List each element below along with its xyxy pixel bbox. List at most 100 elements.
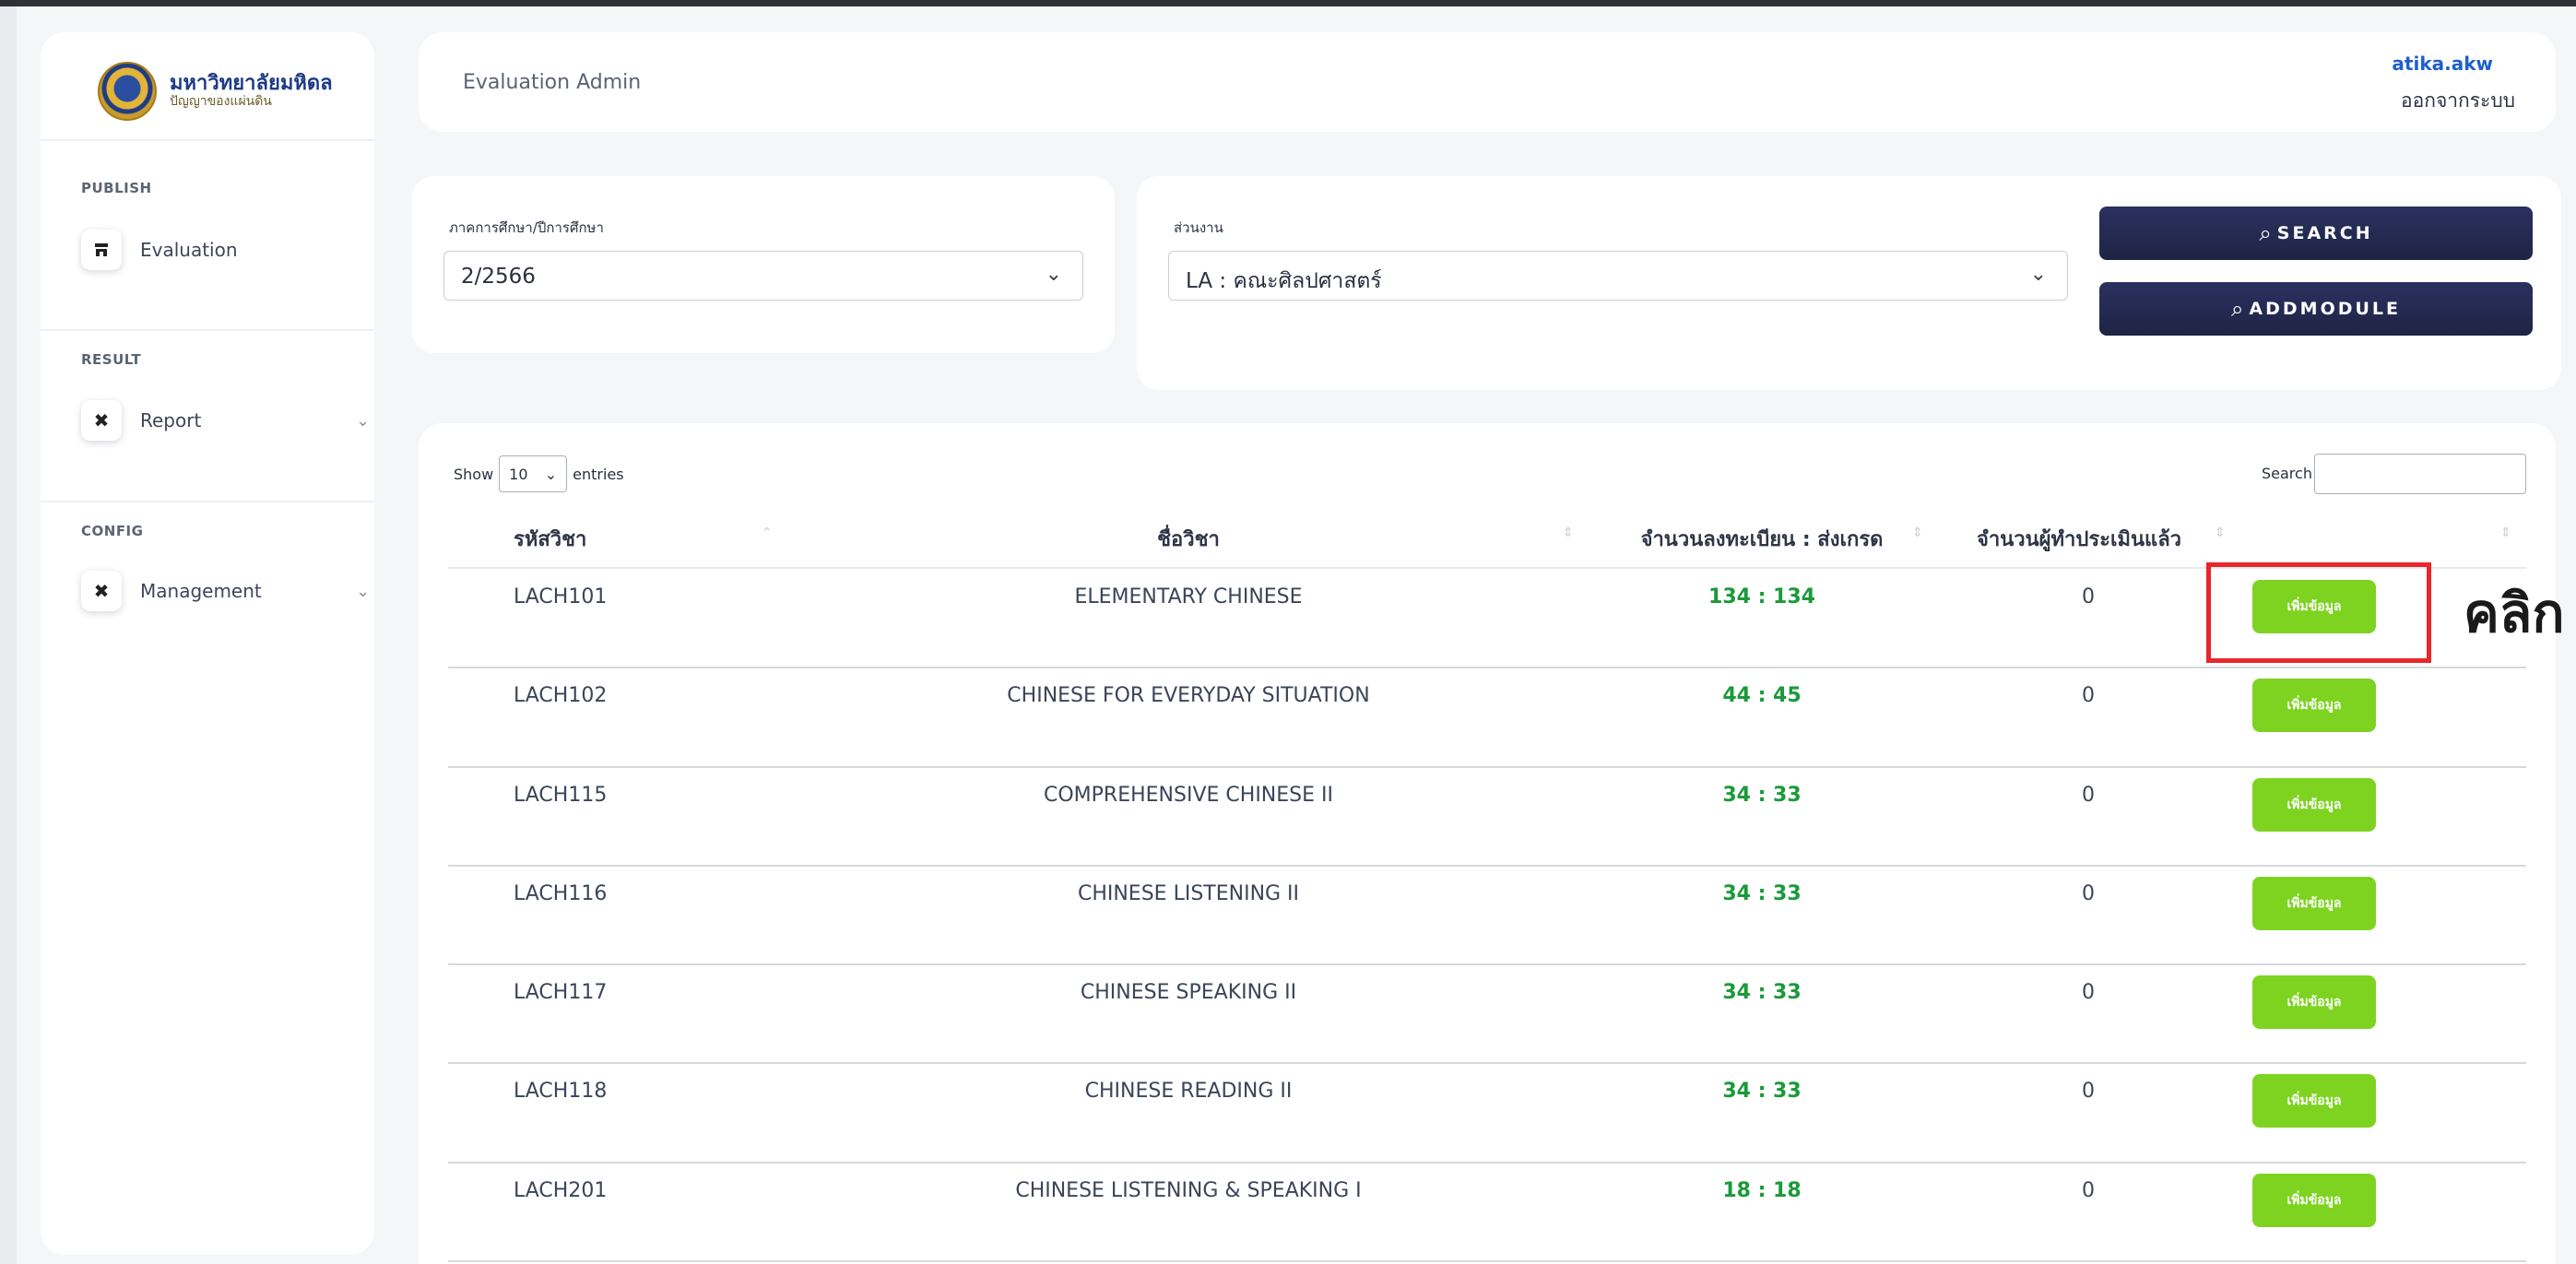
- evaluated-count: 0: [2082, 585, 2095, 608]
- left-edge: [0, 6, 17, 1264]
- chevron-down-icon: ⌄: [1045, 263, 1062, 286]
- table-card: [419, 423, 2556, 1264]
- university-seal-icon: [98, 62, 157, 121]
- addmodule-button[interactable]: ⌕ ADDMODULE: [2099, 282, 2533, 336]
- term-label: ภาคการศึกษา/ปีการศึกษา: [449, 219, 604, 236]
- column-header-code[interactable]: รหัสวิชา: [514, 523, 586, 555]
- search-button[interactable]: ⌕ SEARCH: [2099, 207, 2533, 260]
- row-divider: [448, 1062, 2526, 1064]
- add-data-button[interactable]: เพิ่มข้อมูล: [2252, 1174, 2376, 1227]
- page-length-select[interactable]: 10 ⌄: [499, 455, 568, 492]
- sidebar-section-result: RESULT: [81, 351, 142, 368]
- term-select-value: 2/2566: [461, 265, 536, 289]
- add-data-button[interactable]: เพิ่มข้อมูล: [2252, 1074, 2376, 1128]
- university-logo[interactable]: มหาวิทยาลัยมหิดล ปัญญาของแผ่นดิน: [98, 62, 333, 121]
- search-button-label: SEARCH: [2276, 223, 2373, 243]
- course-name: COMPREHENSIVE CHINESE II: [1044, 784, 1333, 807]
- table-search-label: Search:: [2262, 465, 2318, 482]
- unit-select-value: LA : คณะศิลปศาสตร์: [1186, 269, 1382, 293]
- sidebar-item-report[interactable]: ✖ Report ⌄: [81, 400, 374, 441]
- table-search-input[interactable]: [2314, 454, 2526, 494]
- search-icon: ⌕: [2259, 220, 2272, 246]
- sidebar-item-management[interactable]: ✖ Management ⌄: [81, 571, 374, 611]
- chevron-down-icon: ⌄: [544, 465, 558, 483]
- top-header: Evaluation Admin atika.akw ออกจากระบบ: [419, 32, 2556, 132]
- evaluated-count: 0: [2082, 1179, 2095, 1202]
- evaluated-count: 0: [2082, 1080, 2095, 1103]
- store-icon: [81, 230, 122, 270]
- course-code: LACH201: [514, 1179, 608, 1202]
- sidebar-item-label: Management: [140, 580, 262, 602]
- add-data-button[interactable]: เพิ่มข้อมูล: [2252, 877, 2376, 930]
- column-header-name[interactable]: ชื่อวิชา: [1157, 523, 1220, 555]
- page-length-control: Show 10 ⌄ entries: [454, 455, 624, 492]
- sidebar-divider: [41, 329, 374, 331]
- tools-icon: ✖: [81, 571, 122, 611]
- evaluated-count: 0: [2082, 684, 2095, 707]
- top-border: [0, 0, 2576, 6]
- sidebar-section-config: CONFIG: [81, 523, 144, 539]
- sort-icon[interactable]: ⇕: [2215, 526, 2226, 540]
- sidebar-item-label: Report: [140, 409, 202, 431]
- page-length-value: 10: [509, 465, 528, 483]
- sort-icon[interactable]: ⇕: [2500, 526, 2511, 540]
- tools-icon: ✖: [81, 400, 122, 441]
- row-divider: [448, 766, 2526, 768]
- search-icon: ⌕: [2230, 296, 2244, 322]
- row-divider: [448, 865, 2526, 867]
- sort-icon[interactable]: ⇕: [1912, 526, 1923, 540]
- evaluated-count: 0: [2082, 784, 2095, 807]
- logout-link[interactable]: ออกจากระบบ: [2401, 86, 2515, 116]
- chevron-down-icon: ⌄: [356, 581, 371, 601]
- add-data-button[interactable]: เพิ่มข้อมูล: [2252, 778, 2376, 832]
- university-motto: ปัญญาของแผ่นดิน: [170, 94, 272, 110]
- sidebar-section-publish: PUBLISH: [81, 180, 152, 196]
- course-code: LACH117: [514, 981, 608, 1004]
- registered-count: 44 : 45: [1722, 684, 1802, 707]
- course-name: CHINESE READING II: [1084, 1080, 1293, 1103]
- term-select[interactable]: 2/2566 ⌄: [443, 251, 1083, 301]
- course-code: LACH118: [514, 1080, 608, 1103]
- user-name[interactable]: atika.akw: [2392, 53, 2493, 75]
- row-divider: [448, 667, 2526, 668]
- sidebar-divider: [41, 501, 374, 502]
- registered-count: 134 : 134: [1708, 585, 1815, 608]
- registered-count: 34 : 33: [1722, 981, 1802, 1004]
- course-name: CHINESE SPEAKING II: [1080, 981, 1297, 1004]
- course-code: LACH116: [514, 882, 608, 905]
- page-title: Evaluation Admin: [463, 71, 642, 94]
- course-name: CHINESE LISTENING & SPEAKING I: [1015, 1179, 1362, 1202]
- course-code: LACH101: [514, 585, 608, 608]
- entries-label: entries: [573, 465, 624, 483]
- sidebar-item-evaluation[interactable]: Evaluation: [81, 230, 374, 270]
- course-code: LACH102: [514, 684, 608, 707]
- sidebar-item-label: Evaluation: [140, 239, 238, 261]
- click-annotation: คลิก: [2464, 582, 2565, 644]
- sort-icon[interactable]: ⇕: [1563, 526, 1574, 540]
- addmodule-button-label: ADDMODULE: [2249, 299, 2402, 319]
- evaluated-count: 0: [2082, 981, 2095, 1004]
- add-data-button[interactable]: เพิ่มข้อมูล: [2252, 975, 2376, 1029]
- column-header-registered[interactable]: จำนวนลงทะเบียน : ส่งเกรด: [1641, 523, 1884, 555]
- show-label: Show: [454, 465, 494, 483]
- add-data-button[interactable]: เพิ่มข้อมูล: [2252, 679, 2376, 732]
- chevron-down-icon: ⌄: [356, 410, 371, 431]
- registered-count: 18 : 18: [1722, 1179, 1802, 1202]
- unit-select[interactable]: LA : คณะศิลปศาสตร์ ⌄: [1168, 251, 2068, 301]
- row-divider: [448, 963, 2526, 965]
- sidebar-divider: [41, 139, 374, 141]
- evaluated-count: 0: [2082, 882, 2095, 905]
- row-divider: [448, 1260, 2526, 1262]
- sidebar: มหาวิทยาลัยมหิดล ปัญญาของแผ่นดิน PUBLISH…: [41, 32, 374, 1255]
- course-name: CHINESE LISTENING II: [1077, 882, 1300, 905]
- unit-label: ส่วนงาน: [1174, 219, 1223, 236]
- registered-count: 34 : 33: [1722, 882, 1802, 905]
- registered-count: 34 : 33: [1722, 784, 1802, 807]
- registered-count: 34 : 33: [1722, 1080, 1802, 1103]
- chevron-down-icon: ⌄: [2029, 263, 2047, 286]
- sort-icon[interactable]: ⌃: [762, 526, 773, 540]
- highlight-box: [2206, 562, 2431, 663]
- column-header-evaluated[interactable]: จำนวนผู้ทำประเมินแล้ว: [1977, 523, 2181, 555]
- course-code: LACH115: [514, 784, 608, 807]
- course-name: CHINESE FOR EVERYDAY SITUATION: [1007, 684, 1370, 707]
